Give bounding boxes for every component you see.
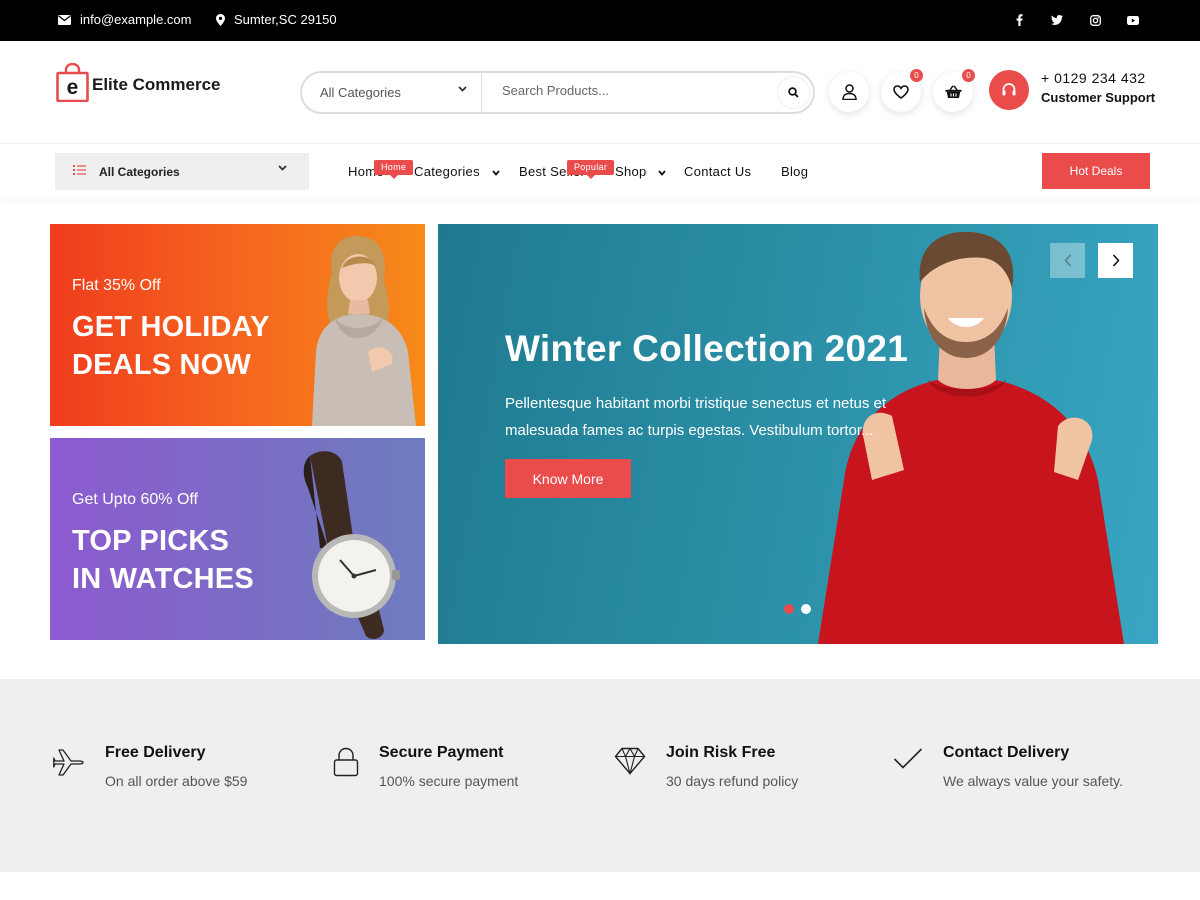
wishlist-button[interactable]: 0 bbox=[881, 69, 923, 112]
hero-description: Pellentesque habitant morbi tristique se… bbox=[505, 390, 925, 444]
basket-icon bbox=[945, 85, 961, 98]
nav-categories-label: Categories bbox=[414, 164, 480, 179]
svg-text:e: e bbox=[67, 76, 79, 99]
youtube-icon[interactable] bbox=[1126, 13, 1140, 27]
promo-kicker: Get Upto 60% Off bbox=[72, 491, 198, 508]
nav-contact-us[interactable]: Contact Us bbox=[684, 164, 751, 179]
search-category-select[interactable]: All Categories bbox=[302, 73, 482, 112]
envelope-icon bbox=[58, 14, 71, 25]
slider-dot-active[interactable] bbox=[784, 604, 794, 614]
email-text: info@example.com bbox=[80, 12, 192, 27]
cart-button[interactable]: 0 bbox=[933, 69, 975, 112]
promo-heading-line: GET HOLIDAY bbox=[72, 311, 270, 343]
promo-heading: TOP PICKS IN WATCHES bbox=[72, 522, 254, 598]
know-more-button[interactable]: Know More bbox=[505, 459, 631, 498]
chevron-down-icon bbox=[278, 165, 287, 171]
chevron-left-icon bbox=[1063, 254, 1071, 267]
support-phone[interactable]: + 0129 234 432 bbox=[1041, 70, 1146, 86]
nav-home[interactable]: Home Home bbox=[348, 160, 414, 179]
facebook-icon[interactable] bbox=[1012, 13, 1026, 27]
hero-description-line: malesuada fames ac turpis egestas. Vesti… bbox=[505, 422, 874, 439]
user-icon bbox=[841, 84, 857, 100]
feature-title: Contact Delivery bbox=[943, 744, 1070, 761]
nav-best-seller[interactable]: Popular Best Seller bbox=[519, 160, 615, 179]
nav-categories[interactable]: Categories bbox=[414, 164, 500, 179]
location-contact: Sumter,SC 29150 bbox=[216, 12, 337, 27]
search-button[interactable] bbox=[777, 76, 810, 109]
slider-next-button[interactable] bbox=[1098, 243, 1133, 278]
instagram-icon[interactable] bbox=[1088, 13, 1102, 27]
nav-tag-popular: Popular bbox=[567, 160, 615, 179]
chevron-down-icon bbox=[492, 169, 500, 176]
promo-kicker: Flat 35% Off bbox=[72, 277, 161, 294]
search-bar: All Categories bbox=[300, 71, 815, 114]
search-input[interactable] bbox=[502, 83, 762, 98]
chevron-down-icon bbox=[458, 86, 467, 92]
holiday-deals-banner[interactable]: Flat 35% Off GET HOLIDAY DEALS NOW bbox=[50, 224, 425, 426]
nav-blog[interactable]: Blog bbox=[781, 164, 808, 179]
hero-slider: Winter Collection 2021 Pellentesque habi… bbox=[438, 224, 1158, 644]
map-pin-icon bbox=[216, 13, 225, 26]
nav-shop[interactable]: Shop bbox=[615, 164, 667, 179]
twitter-icon[interactable] bbox=[1050, 13, 1064, 27]
slider-prev-button[interactable] bbox=[1050, 243, 1085, 278]
support-label: Customer Support bbox=[1041, 90, 1156, 105]
promo-heading: GET HOLIDAY DEALS NOW bbox=[72, 308, 270, 384]
nav-blog-label: Blog bbox=[781, 164, 809, 179]
feature-title: Join Risk Free bbox=[666, 744, 776, 761]
social-links bbox=[1012, 13, 1140, 27]
main-navbar: All Categories Home Home Categories Popu… bbox=[0, 143, 1200, 199]
feature-title: Free Delivery bbox=[105, 744, 206, 761]
wristwatch-image bbox=[303, 451, 400, 639]
lock-icon bbox=[333, 747, 359, 777]
email-contact[interactable]: info@example.com bbox=[58, 12, 191, 27]
wishlist-count-badge: 0 bbox=[910, 69, 923, 82]
search-category-value: All Categories bbox=[320, 85, 401, 100]
feature-title: Secure Payment bbox=[379, 744, 504, 761]
account-button[interactable] bbox=[829, 72, 869, 112]
promo-heading-line: DEALS NOW bbox=[72, 349, 252, 381]
model-woman-image bbox=[312, 235, 416, 426]
support-button[interactable] bbox=[989, 70, 1029, 110]
feature-subtitle: On all order above $59 bbox=[105, 773, 248, 789]
heart-icon bbox=[893, 85, 909, 99]
feature-subtitle: 100% secure payment bbox=[379, 773, 519, 789]
site-logo[interactable]: e Elite Commerce bbox=[56, 62, 221, 103]
nav-tag-home: Home bbox=[374, 160, 414, 179]
search-icon bbox=[788, 87, 799, 98]
all-categories-dropdown[interactable]: All Categories bbox=[55, 153, 309, 190]
cart-count-badge: 0 bbox=[962, 69, 975, 82]
top-bar: info@example.com Sumter,SC 29150 bbox=[0, 0, 1200, 41]
feature-subtitle: We always value your safety. bbox=[943, 773, 1124, 789]
diamond-icon bbox=[614, 747, 646, 775]
airplane-icon bbox=[53, 749, 84, 776]
logo-text: Elite Commerce bbox=[92, 75, 221, 94]
location-text: Sumter,SC 29150 bbox=[234, 12, 337, 27]
watches-banner[interactable]: Get Upto 60% Off TOP PICKS IN WATCHES bbox=[50, 438, 425, 640]
all-categories-label: All Categories bbox=[99, 165, 180, 179]
nav-contact-us-label: Contact Us bbox=[684, 164, 752, 179]
feature-subtitle: 30 days refund policy bbox=[666, 773, 799, 789]
headset-icon bbox=[1002, 83, 1016, 96]
nav-shop-label: Shop bbox=[615, 164, 647, 179]
promo-heading-line: IN WATCHES bbox=[72, 563, 254, 595]
features-strip: Free Delivery On all order above $59 Sec… bbox=[0, 679, 1200, 872]
hero-title: Winter Collection 2021 bbox=[505, 328, 909, 369]
chevron-down-icon bbox=[658, 169, 667, 176]
chevron-right-icon bbox=[1112, 254, 1120, 267]
shopping-bag-logo-icon: e bbox=[56, 62, 89, 103]
slider-dot[interactable] bbox=[801, 604, 811, 614]
checkmark-icon bbox=[893, 748, 923, 769]
promo-heading-line: TOP PICKS bbox=[72, 525, 230, 557]
list-icon bbox=[73, 165, 86, 175]
hot-deals-button[interactable]: Hot Deals bbox=[1042, 153, 1150, 189]
hero-description-line: Pellentesque habitant morbi tristique se… bbox=[505, 395, 887, 412]
